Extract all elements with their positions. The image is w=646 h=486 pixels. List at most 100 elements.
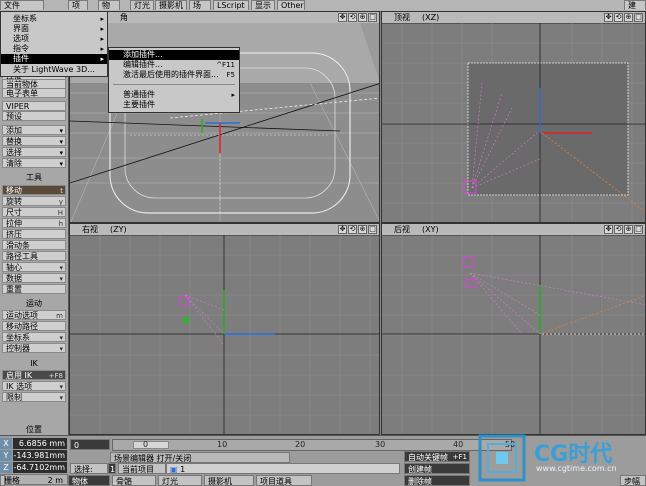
viewport-mode[interactable]: (XY) <box>422 224 439 235</box>
ik-heading: IK <box>2 359 66 369</box>
motion-coord[interactable]: 坐标系 ▾ <box>2 332 66 342</box>
tools-heading: 工具 <box>2 173 66 183</box>
tool-stretch[interactable]: 拉伸 h <box>2 218 66 228</box>
z-coord: Z -64.7102mm <box>0 462 68 473</box>
move-view-icon[interactable]: ✥ <box>604 13 613 22</box>
tab-light[interactable]: 灯光 <box>130 0 154 10</box>
tool-rotate[interactable]: 旋转 y <box>2 196 66 206</box>
select-label: 选择: <box>70 463 108 474</box>
menu-item-about[interactable]: 关于 LightWave 3D... <box>1 65 107 75</box>
tool-path[interactable]: 路径工具 <box>2 251 66 261</box>
tool-slider[interactable]: 滑动条 <box>2 240 66 250</box>
maximize-view-icon[interactable]: □ <box>634 13 643 22</box>
move-view-icon[interactable]: ✥ <box>604 225 613 234</box>
select-dropdown[interactable]: 选择 <box>2 147 66 157</box>
menu-item-plugins[interactable]: 插件 ▸ <box>1 54 107 64</box>
viewport-right[interactable]: 右视 (ZY) ✥ ⟲ ⊕ □ <box>69 223 380 435</box>
tool-move[interactable]: 移动 t <box>2 185 66 195</box>
tab-lscript[interactable]: LScript <box>213 0 249 10</box>
ik-options[interactable]: IK 选项 ▾ <box>2 381 66 391</box>
row-button-light[interactable]: 灯光 <box>158 475 202 486</box>
z-field[interactable]: -64.7102mm <box>13 462 67 473</box>
right-scene <box>70 235 379 434</box>
move-view-icon[interactable]: ✥ <box>338 225 347 234</box>
tool-data[interactable]: 数据 ▾ <box>2 273 66 283</box>
clear-dropdown[interactable]: 清除 <box>2 158 66 168</box>
row-button-camera[interactable]: 摄影机 <box>204 475 254 486</box>
spreadsheet-button[interactable]: 电子表单 <box>2 88 66 98</box>
row-button-object[interactable]: 物体 <box>68 475 110 486</box>
submenu-add-plugin[interactable]: 添加插件... <box>109 50 239 60</box>
menu-item-options[interactable]: 选项 ▸ <box>1 34 107 44</box>
add-dropdown[interactable]: 添加 <box>2 125 66 135</box>
modeler-tab[interactable]: 建模 <box>624 0 646 20</box>
row-button-props[interactable]: 项目道具 <box>256 475 312 486</box>
select-count: 1 <box>108 463 116 474</box>
position-label: 位置 <box>2 425 66 435</box>
submenu-master-plugins[interactable]: 主要插件 <box>109 100 239 110</box>
menu-item-coordinate[interactable]: 坐标系 ▸ <box>1 14 107 24</box>
timeline[interactable]: 0 10 20 30 40 50 <box>112 439 515 451</box>
viewport-back[interactable]: 后视 (XY) ✥ ⟲ ⊕ □ <box>381 223 646 435</box>
tab-camera[interactable]: 摄影机 <box>155 0 187 10</box>
menu-item-commands[interactable]: 指令 ▸ <box>1 44 107 54</box>
auto-key-button[interactable]: 自动关键帧 +F1 <box>404 451 470 462</box>
viewport-top[interactable]: 顶视 (XZ) ✥ ⟲ ⊕ □ <box>381 11 646 223</box>
viewport-mode[interactable]: (ZY) <box>110 224 127 235</box>
menu-item-interface[interactable]: 界面 ▸ <box>1 24 107 34</box>
rotate-view-icon[interactable]: ⟲ <box>348 225 357 234</box>
replace-dropdown[interactable]: 替换 <box>2 136 66 146</box>
rotate-view-icon[interactable]: ⟲ <box>614 225 623 234</box>
motion-options[interactable]: 运动选项 m <box>2 310 66 320</box>
menu-separator <box>113 84 235 85</box>
main-menu: 坐标系 ▸ 界面 ▸ 选项 ▸ 指令 ▸ 插件 ▸ 关于 LightWave 3D... <box>0 11 108 77</box>
row-button-bone[interactable]: 骨骼 <box>112 475 156 486</box>
tool-reset[interactable]: 重置 <box>2 284 66 294</box>
tab-scene[interactable]: 场景 <box>189 0 211 20</box>
zoom-view-icon[interactable]: ⊕ <box>358 13 367 22</box>
zoom-view-icon[interactable]: ⊕ <box>624 13 633 22</box>
viewport-mode[interactable]: 角 <box>120 12 128 23</box>
submenu-last-plugin[interactable]: 激活最后使用的插件界面... F5 <box>109 70 239 80</box>
tab-object[interactable]: 物体 <box>98 0 120 20</box>
cgtime-logo-icon <box>478 434 526 482</box>
maximize-view-icon[interactable]: □ <box>368 225 377 234</box>
current-item-dropdown[interactable]: ▣ 1 <box>166 463 400 474</box>
enable-ik-button[interactable]: 启用 IK +F8 <box>2 370 66 380</box>
tool-pivot[interactable]: 轴心 ▾ <box>2 262 66 272</box>
motion-path[interactable]: 移动路径 <box>2 321 66 331</box>
tool-squash[interactable]: 挤压 <box>2 229 66 239</box>
viewport-mode[interactable]: (XZ) <box>422 12 439 23</box>
tab-project[interactable]: 项目 <box>68 0 88 20</box>
maximize-view-icon[interactable]: □ <box>634 225 643 234</box>
maximize-view-icon[interactable]: □ <box>368 13 377 22</box>
zoom-view-icon[interactable]: ⊕ <box>624 225 633 234</box>
watermark-url: www.cgtime.com.cn <box>536 464 617 473</box>
scene-editor-toggle[interactable]: 场景编辑器 打开/关闭 <box>110 452 290 463</box>
submenu-generic-plugins[interactable]: 普通插件 ▸ <box>109 90 239 100</box>
preset-button[interactable]: 预设 <box>2 111 66 121</box>
rotate-view-icon[interactable]: ⟲ <box>348 13 357 22</box>
rotate-view-icon[interactable]: ⟲ <box>614 13 623 22</box>
zoom-view-icon[interactable]: ⊕ <box>358 225 367 234</box>
y-field[interactable]: -143.981mm <box>13 450 67 461</box>
tab-other[interactable]: Other <box>277 0 305 10</box>
tool-size[interactable]: 尺寸 H <box>2 207 66 217</box>
file-tab[interactable]: 文件 <box>0 0 44 10</box>
delete-key-button[interactable]: 删除帧 <box>404 475 470 486</box>
y-coord: Y -143.981mm <box>0 450 68 461</box>
create-key-button[interactable]: 创建帧 <box>404 463 470 474</box>
frame-start-field[interactable]: 0 <box>70 439 110 450</box>
viewport-perspective[interactable]: 角 ✥ ⟲ ⊕ □ <box>69 11 380 223</box>
spacer <box>0 475 5 486</box>
x-coord: X 6.6856 mm <box>0 438 68 449</box>
timeline-slider[interactable] <box>133 441 169 449</box>
ik-limits[interactable]: 限制 ▾ <box>2 392 66 402</box>
move-view-icon[interactable]: ✥ <box>338 13 347 22</box>
tab-display[interactable]: 显示 <box>251 0 275 10</box>
object-icon: ▣ <box>170 465 178 474</box>
submenu-edit-plugin[interactable]: 编辑插件... ^F11 <box>109 60 239 70</box>
viper-button[interactable]: VIPER <box>2 101 66 111</box>
motion-controller[interactable]: 控制器 ▾ <box>2 343 66 353</box>
x-field[interactable]: 6.6856 mm <box>13 438 67 449</box>
